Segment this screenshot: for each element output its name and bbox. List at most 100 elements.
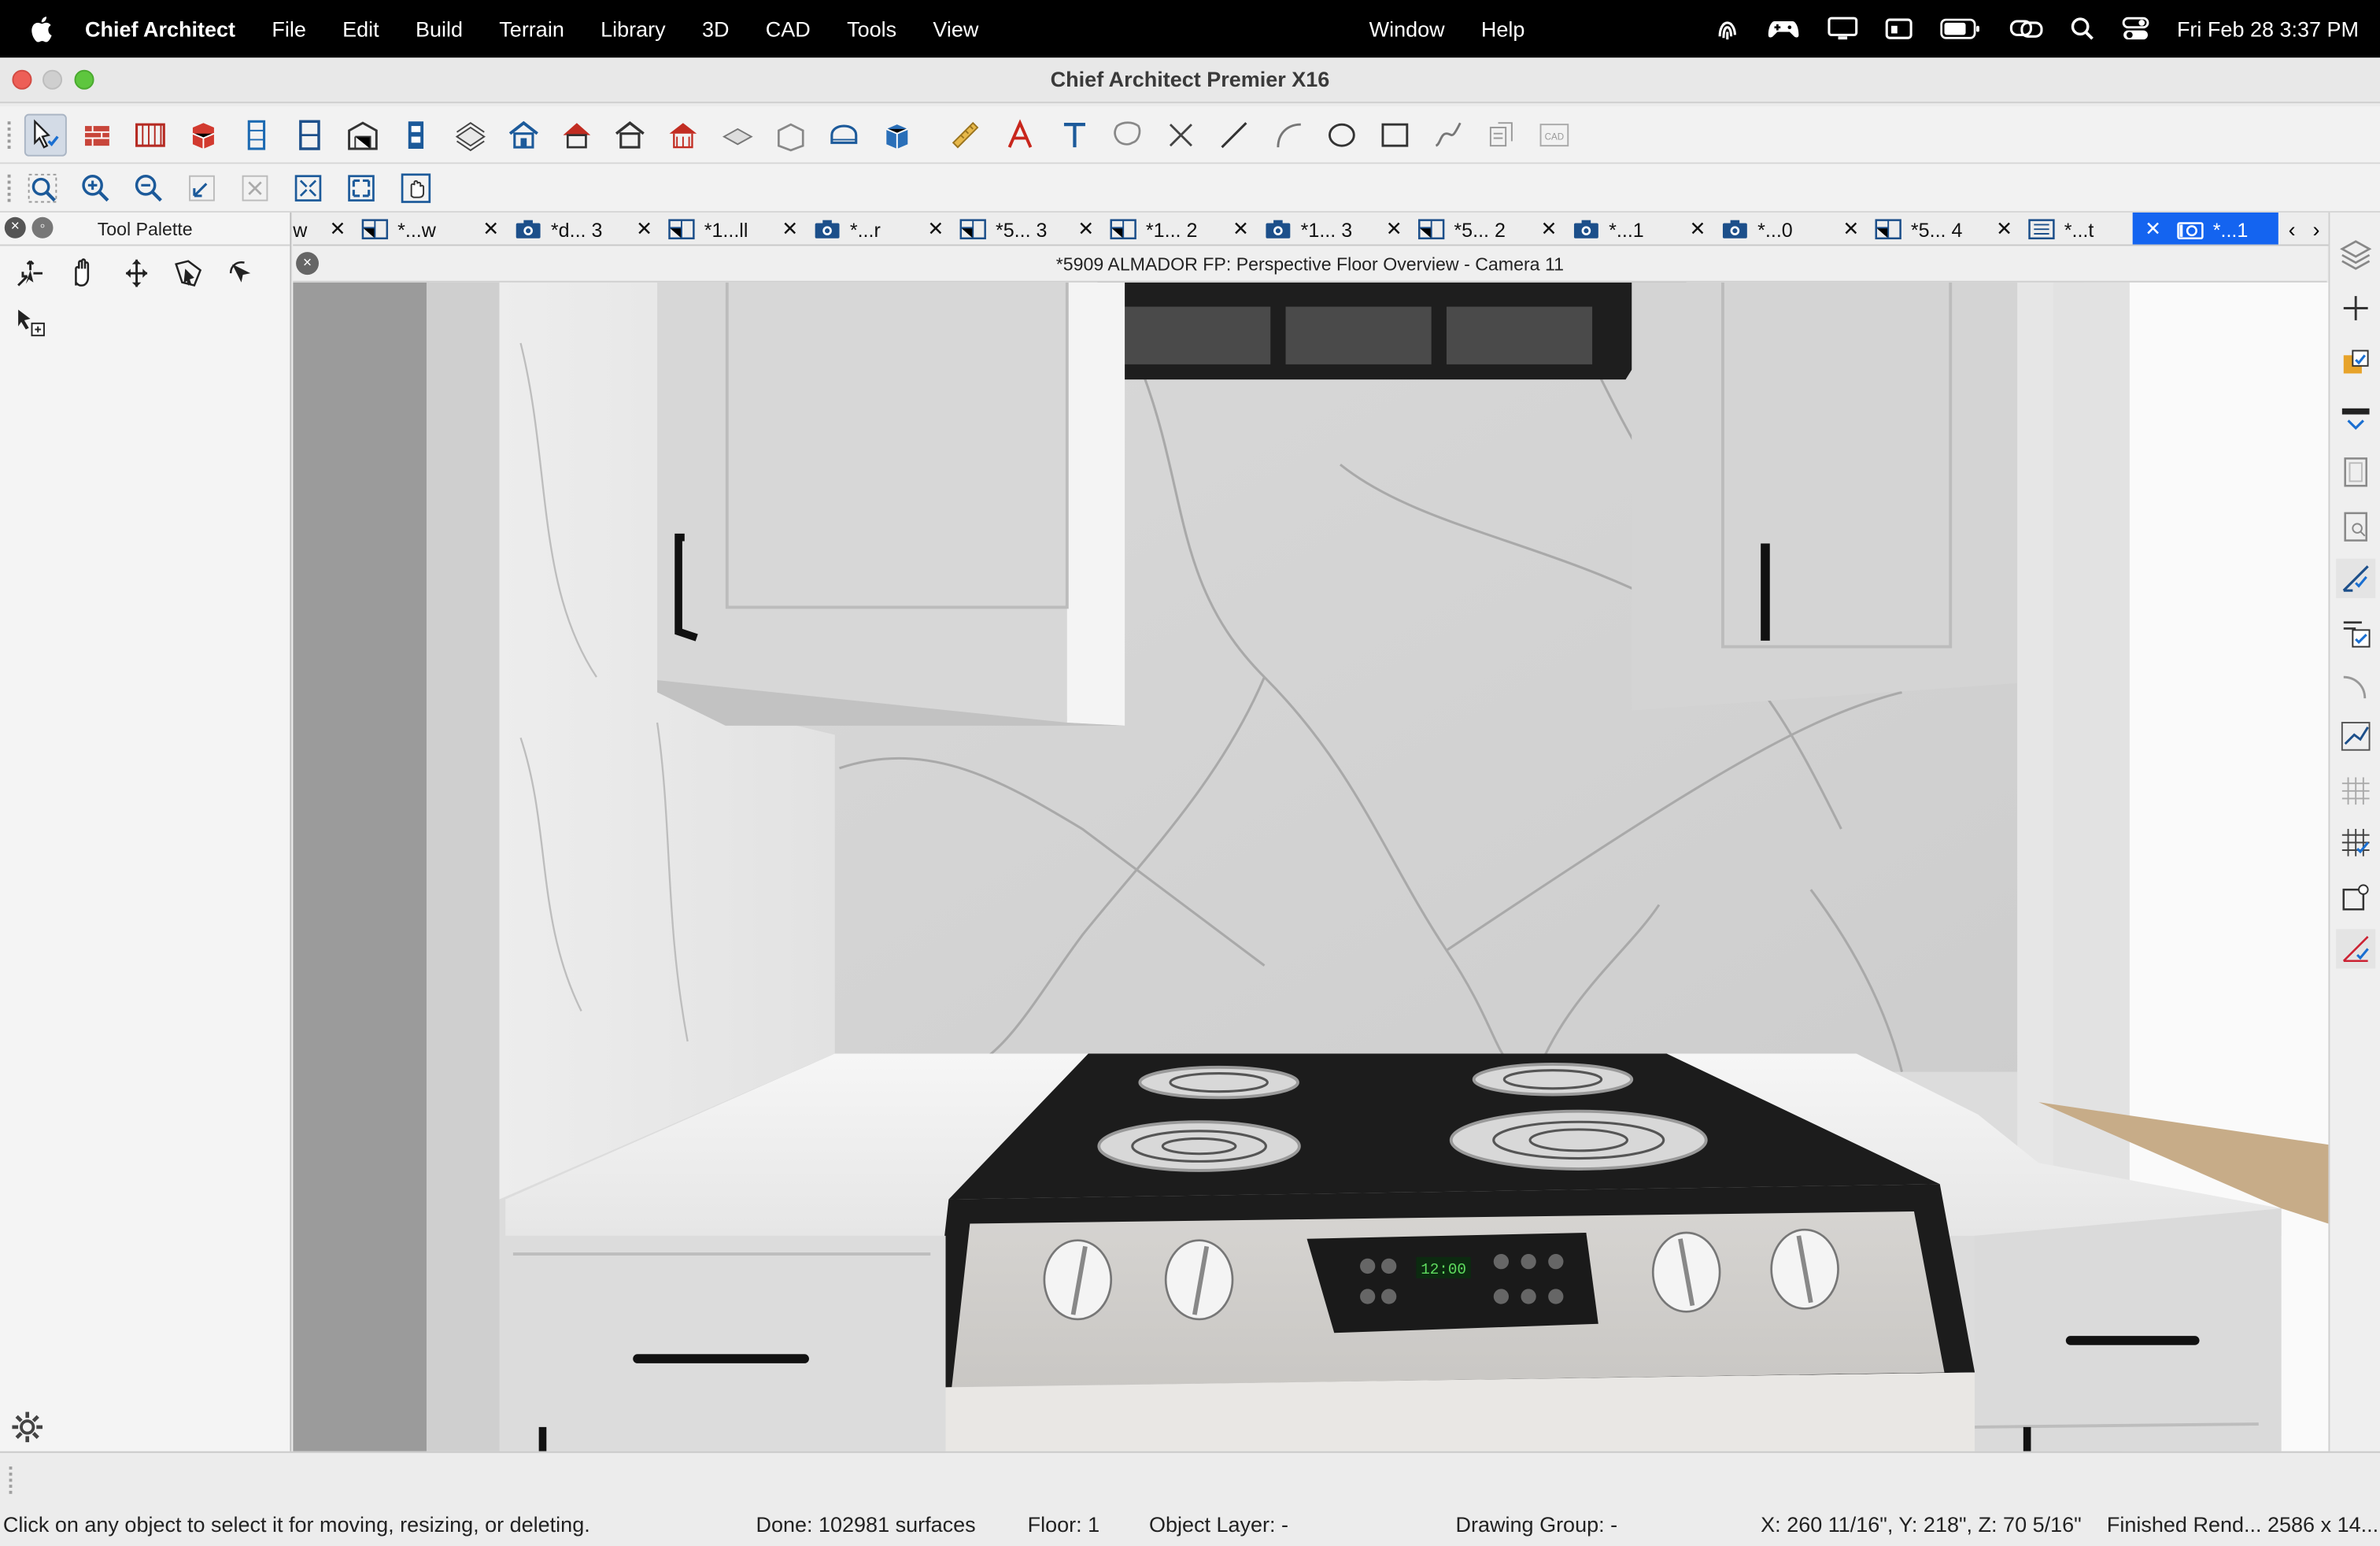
tab-close-icon[interactable]: ✕ — [1996, 217, 2012, 242]
reference-icon[interactable] — [2336, 398, 2375, 437]
select-rotate-icon[interactable] — [220, 252, 263, 294]
window-tool-icon[interactable] — [235, 114, 278, 157]
panel-grip[interactable] — [9, 1466, 14, 1494]
control-center-icon[interactable] — [2122, 17, 2150, 41]
cad-point-icon[interactable] — [1159, 114, 1202, 157]
checklist-icon[interactable] — [2336, 613, 2375, 653]
apple-icon[interactable] — [31, 15, 55, 43]
menu-tools[interactable]: Tools — [847, 17, 896, 41]
undo-zoom-icon[interactable] — [181, 167, 224, 209]
display-icon[interactable] — [1828, 17, 1858, 41]
tab-close-icon[interactable]: ✕ — [927, 217, 944, 242]
dimension-tool-icon[interactable] — [944, 114, 987, 157]
tab-close-icon[interactable]: ✕ — [1077, 217, 1094, 242]
fixture-tool-icon[interactable] — [394, 114, 437, 157]
full-screen-icon[interactable] — [340, 167, 382, 209]
view-tab[interactable]: ✕ *1...ll — [636, 213, 760, 245]
menu-library[interactable]: Library — [601, 17, 666, 41]
render-canvas[interactable]: 12:00 — [293, 282, 2329, 1452]
add-icon[interactable] — [2336, 288, 2375, 327]
railing-tool-icon[interactable] — [129, 114, 172, 157]
fingerprint-icon[interactable] — [1716, 15, 1740, 43]
arch-tool-icon[interactable] — [822, 114, 865, 157]
fill-window-building-icon[interactable] — [287, 167, 330, 209]
select-group-icon[interactable] — [9, 301, 52, 343]
tab-close-icon[interactable]: ✕ — [1386, 217, 1402, 242]
menu-clock[interactable]: Fri Feb 28 3:37 PM — [2177, 17, 2359, 41]
gear-icon[interactable] — [9, 1409, 46, 1445]
screen-share-icon[interactable] — [1886, 17, 1913, 41]
search-icon[interactable] — [2071, 17, 2095, 41]
edit-tool-icon[interactable] — [2336, 558, 2376, 598]
view-tab-active[interactable]: ✕ *...1 — [2132, 213, 2278, 245]
page-icon[interactable] — [2336, 453, 2375, 492]
menu-app-name[interactable]: Chief Architect — [85, 17, 235, 41]
hand-pan-icon[interactable] — [62, 252, 105, 294]
layer-icon[interactable] — [2336, 234, 2375, 273]
view-tab[interactable]: ✕ *5... 3 — [927, 213, 1059, 245]
select-objects-tool[interactable] — [24, 113, 67, 157]
menu-edit[interactable]: Edit — [342, 17, 379, 41]
grid-snap-icon[interactable] — [2336, 823, 2375, 862]
chevron-right-icon[interactable]: › — [2313, 216, 2320, 241]
stairs-tool-icon[interactable] — [342, 114, 384, 157]
menu-file[interactable]: File — [272, 17, 306, 41]
tab-close-icon[interactable]: ✕ — [1232, 217, 1249, 242]
menu-window[interactable]: Window — [1369, 17, 1445, 41]
object-snap-icon[interactable] — [2336, 878, 2375, 917]
view-tab[interactable]: ✕ *d... 3 — [482, 213, 615, 245]
deck-tool-icon[interactable] — [770, 114, 812, 157]
grid-icon[interactable] — [2336, 771, 2375, 811]
tab-close-icon[interactable]: ✕ — [1541, 217, 1558, 242]
graph-icon[interactable] — [2336, 716, 2375, 756]
tab-close-icon[interactable]: ✕ — [330, 217, 346, 242]
tab-close-icon[interactable]: ✕ — [782, 217, 798, 242]
roof-tool-icon[interactable] — [556, 114, 598, 157]
menu-terrain[interactable]: Terrain — [499, 17, 564, 41]
toolbar-grip[interactable] — [7, 121, 13, 150]
text-tool-icon[interactable] — [1053, 114, 1096, 157]
view-tab[interactable]: ✕ *...w — [330, 213, 449, 245]
spline-tool-icon[interactable] — [1427, 114, 1469, 157]
material-painter-icon[interactable] — [2336, 343, 2375, 383]
angle-snap-icon[interactable] — [2336, 929, 2376, 969]
chevron-left-icon[interactable]: ‹ — [2289, 216, 2296, 241]
door-tool-icon[interactable] — [288, 114, 331, 157]
fill-window-icon[interactable] — [234, 167, 276, 209]
view-tab[interactable]: w — [293, 213, 320, 245]
connection-icon[interactable] — [2010, 17, 2043, 41]
menu-help[interactable]: Help — [1481, 17, 1525, 41]
house-tool-icon[interactable] — [502, 114, 545, 157]
text-style-tool-icon[interactable] — [999, 114, 1041, 157]
building-tool-icon[interactable] — [608, 114, 651, 157]
floor-tool-icon[interactable] — [449, 114, 492, 157]
move-arrows-icon[interactable] — [116, 252, 158, 294]
select-concave-icon[interactable] — [167, 252, 209, 294]
toolbar-grip-2[interactable] — [7, 174, 13, 202]
view-tab[interactable]: ✕ *5... 4 — [1842, 213, 1975, 245]
menu-3d[interactable]: 3D — [702, 17, 730, 41]
menu-cad[interactable]: CAD — [766, 17, 811, 41]
pan-window-icon[interactable] — [394, 167, 437, 209]
view-tab[interactable]: ✕ *...0 — [1690, 213, 1805, 245]
view-tab[interactable]: ✕ *1... 2 — [1077, 213, 1210, 245]
box-tool-icon[interactable] — [876, 114, 918, 157]
select-edit-behavior-icon[interactable] — [9, 252, 52, 294]
cad-block-icon[interactable]: CAD — [1533, 114, 1576, 157]
callout-tool-icon[interactable] — [1107, 114, 1149, 157]
menu-build[interactable]: Build — [416, 17, 463, 41]
slab-tool-icon[interactable] — [716, 114, 759, 157]
view-tab[interactable]: ✕ *5... 2 — [1386, 213, 1518, 245]
rectangle-tool-icon[interactable] — [1373, 114, 1416, 157]
arc-snap-icon[interactable] — [2336, 665, 2375, 705]
tab-close-icon[interactable]: ✕ — [636, 217, 652, 242]
view-tab[interactable]: ✕ *1... 3 — [1232, 213, 1365, 245]
view-tab[interactable]: ✕ *...r — [782, 213, 893, 245]
inspect-icon[interactable] — [2336, 507, 2375, 546]
view-tab[interactable]: ✕ *...t — [1996, 213, 2106, 245]
zoom-tool-icon[interactable] — [21, 167, 64, 209]
tab-close-icon[interactable]: ✕ — [482, 217, 499, 242]
zoom-in-icon[interactable] — [75, 167, 117, 209]
tab-close-icon[interactable]: ✕ — [2145, 217, 2161, 242]
cabinet-tool-icon[interactable] — [182, 114, 224, 157]
